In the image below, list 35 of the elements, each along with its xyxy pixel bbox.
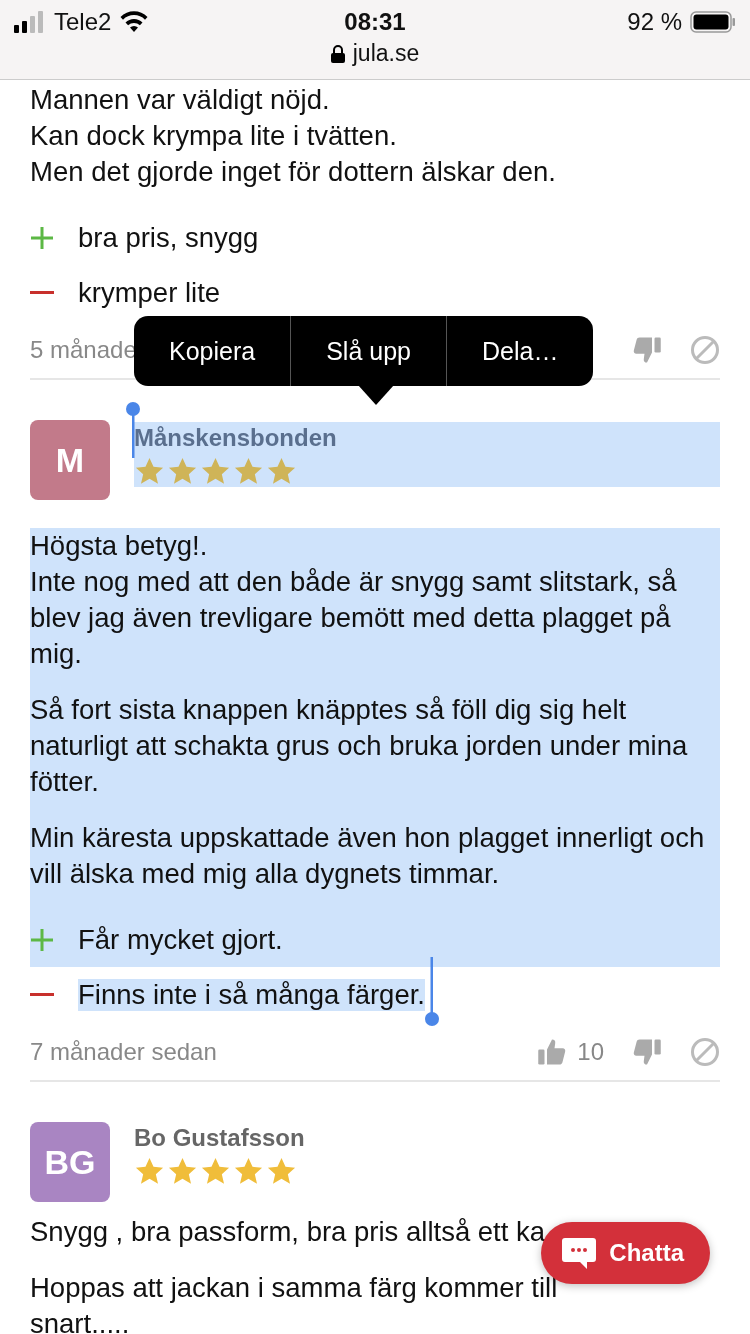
chat-bubble-icon (561, 1236, 598, 1270)
thumbs-down-icon[interactable] (632, 335, 662, 365)
review-age: 5 månade (30, 336, 137, 364)
carrier-name: Tele2 (54, 8, 112, 36)
reviewer-name: Bo Gustafsson (134, 1124, 305, 1152)
review-text: Mannen var väldigt nöjd. Kan dock krympa lite i tvätten. Men det gjorde inget för dottern älskar den. (30, 83, 557, 189)
pro-text: Får mycket gjort. (78, 923, 283, 956)
pro-text: bra pris, snygg (78, 221, 259, 254)
avatar: BG (30, 1122, 110, 1202)
like-count: 10 (577, 1038, 604, 1066)
plus-icon (30, 927, 54, 952)
minus-icon (30, 993, 54, 996)
plus-icon (30, 225, 54, 250)
thumbs-down-icon[interactable] (632, 1037, 662, 1067)
block-icon[interactable] (690, 1037, 720, 1067)
signal-icon (14, 11, 46, 33)
menu-item[interactable]: Kopiera (134, 316, 291, 386)
wifi-icon (119, 11, 150, 33)
block-icon[interactable] (690, 335, 720, 365)
battery-percent: 92 % (627, 8, 682, 36)
url-text[interactable]: jula.se (352, 40, 420, 67)
minus-icon (30, 291, 54, 294)
review-text: Så fort sista knappen knäpptes så föll dig sig helt naturligt att schakta grus och bruka jorden under mina fötter. (30, 693, 689, 799)
thumbs-up-icon[interactable] (537, 1037, 568, 1067)
review-text: Högsta betyg!. Inte nog med att den både är snygg samt slitstark, så blev jag även trevligare bemött med detta plagget på mig. (30, 529, 678, 671)
review-age: 7 månader sedan (30, 1038, 217, 1066)
selection-handle-icon[interactable] (425, 956, 439, 1027)
avatar: M (30, 420, 110, 500)
reviewer-name: Månskensbonden (134, 424, 337, 452)
battery-icon (690, 11, 736, 33)
con-text: krymper lite (78, 276, 221, 309)
review-text: Min käresta uppskattade även hon plagget innerligt och vill älska med mig alla dygnets timmar. (30, 821, 706, 891)
menu-item[interactable]: Dela… (445, 316, 594, 386)
lock-icon (330, 44, 345, 63)
clock: 08:31 (344, 8, 406, 36)
